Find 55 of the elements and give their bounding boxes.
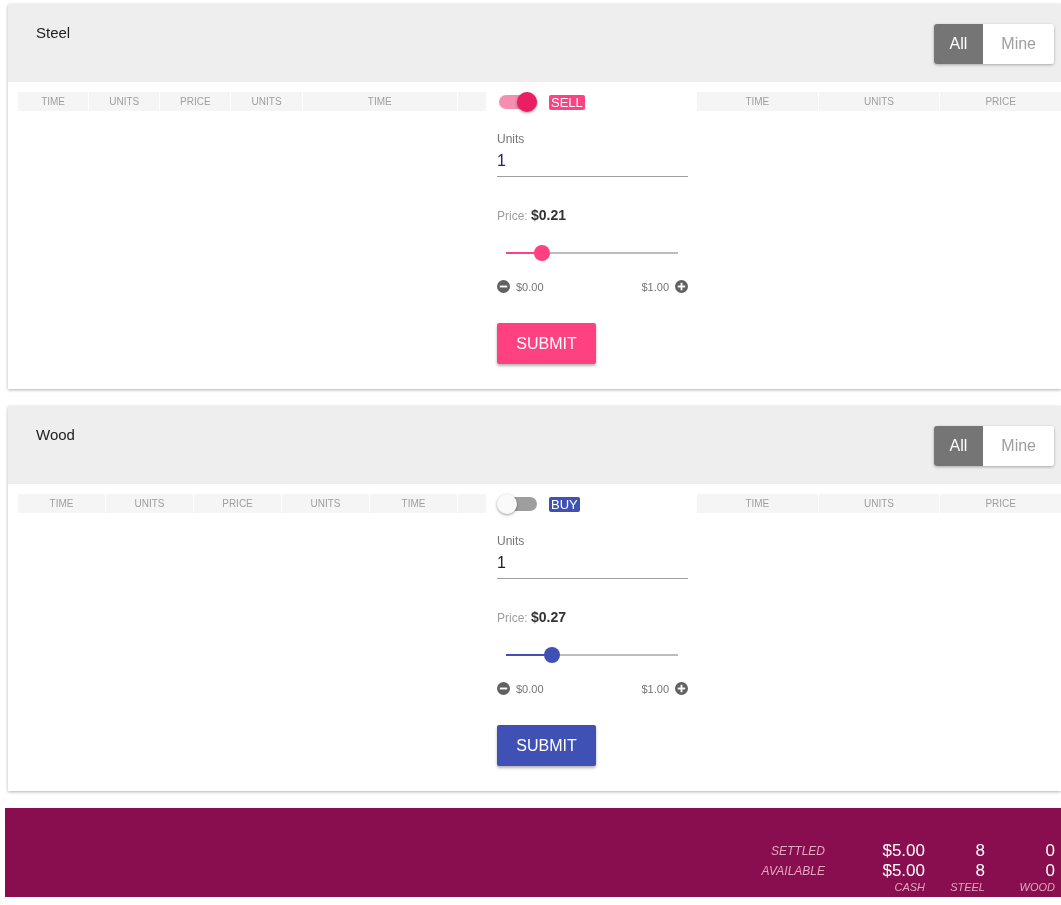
units-field[interactable]: 1 — [497, 554, 688, 579]
balance-column-label: CASH — [893, 881, 925, 893]
filter-tab[interactable]: All — [933, 24, 984, 64]
price-label: Price: $0.21 — [497, 207, 568, 223]
column-header: TIME — [370, 494, 457, 513]
max-price: $1.00 — [641, 280, 669, 293]
slider-thumb[interactable] — [544, 647, 561, 663]
column-header: PRICE — [940, 494, 1061, 513]
market-title: Steel — [36, 24, 71, 41]
column-header: TIME — [18, 92, 89, 111]
units-label: Units — [497, 534, 526, 548]
filter-tab[interactable]: Mine — [983, 24, 1054, 64]
column-header: UNITS — [282, 494, 369, 513]
side-badge: BUY — [549, 496, 580, 512]
filter-tab[interactable]: Mine — [983, 426, 1054, 466]
column-header: TIME — [302, 92, 457, 111]
balance-value: 8 — [974, 841, 985, 861]
column-header: TIME — [697, 92, 818, 111]
side-toggle[interactable] — [499, 95, 537, 109]
filter-tab[interactable]: All — [933, 426, 984, 466]
plus-circle-icon[interactable] — [675, 682, 688, 695]
balance-column-label: STEEL — [949, 881, 985, 893]
side-badge: SELL — [549, 94, 585, 110]
balance-label: SETTLED — [770, 844, 826, 858]
market-title: Wood — [36, 426, 75, 443]
units-field[interactable]: 1 — [497, 152, 688, 177]
minus-circle-icon[interactable] — [497, 280, 510, 293]
min-price: $0.00 — [516, 280, 544, 293]
submit-button[interactable]: SUBMIT — [497, 725, 596, 766]
column-header: UNITS — [89, 92, 160, 111]
submit-button[interactable]: SUBMIT — [497, 323, 596, 364]
column-header: UNITS — [818, 494, 940, 513]
min-price: $0.00 — [516, 682, 544, 695]
column-header: UNITS — [106, 494, 193, 513]
column-header: UNITS — [818, 92, 940, 111]
balance-value: 0 — [1044, 861, 1055, 881]
units-label: Units — [497, 132, 526, 146]
plus-circle-icon[interactable] — [675, 280, 688, 293]
max-price: $1.00 — [641, 682, 669, 695]
side-toggle[interactable] — [499, 497, 537, 511]
balance-value: $5.00 — [881, 841, 925, 861]
minus-circle-icon[interactable] — [497, 682, 510, 695]
balance-label: AVAILABLE — [761, 864, 826, 878]
column-header: TIME — [18, 494, 105, 513]
price-label: Price: $0.27 — [497, 609, 568, 625]
column-header: TIME — [697, 494, 818, 513]
column-header: PRICE — [160, 92, 231, 111]
balance-value: 0 — [1044, 841, 1055, 861]
column-header: UNITS — [231, 92, 302, 111]
balance-column-label: WOOD — [1018, 881, 1055, 893]
slider-thumb[interactable] — [534, 245, 551, 261]
balance-value: 8 — [974, 861, 985, 881]
column-header: PRICE — [940, 92, 1061, 111]
column-header: PRICE — [194, 494, 281, 513]
balance-value: $5.00 — [881, 861, 925, 881]
